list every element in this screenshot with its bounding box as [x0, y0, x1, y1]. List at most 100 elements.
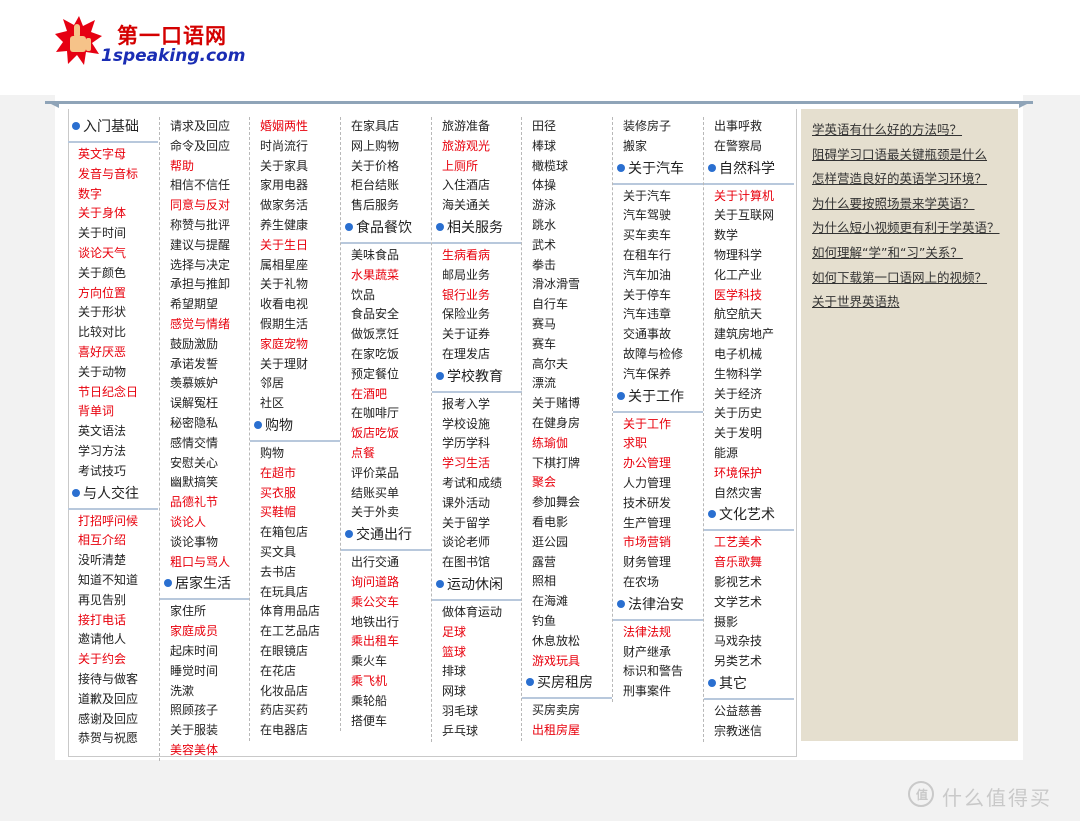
- topic-link[interactable]: 下棋打牌: [522, 454, 612, 474]
- topic-link[interactable]: 关于赌博: [522, 394, 612, 414]
- topic-link[interactable]: 邻居: [250, 374, 340, 394]
- topic-link[interactable]: 请求及回应: [160, 117, 250, 137]
- topic-link[interactable]: 化工产业: [704, 266, 794, 286]
- topic-link[interactable]: 药店买药: [250, 701, 340, 721]
- topic-link[interactable]: 体育用品店: [250, 602, 340, 622]
- topic-link[interactable]: 道歉及回应: [68, 690, 158, 710]
- category-heading[interactable]: 自然科学: [704, 157, 794, 185]
- topic-link[interactable]: 游戏玩具: [522, 652, 612, 672]
- topic-link[interactable]: 在玩具店: [250, 583, 340, 603]
- topic-link[interactable]: 谈论天气: [68, 244, 158, 264]
- category-heading[interactable]: 居家生活: [160, 572, 250, 601]
- topic-link[interactable]: 乘轮船: [341, 692, 431, 712]
- topic-link[interactable]: 体操: [522, 176, 612, 196]
- topic-link[interactable]: 足球: [432, 623, 522, 643]
- topic-link[interactable]: 关于服装: [160, 721, 250, 741]
- topic-link[interactable]: 高尔夫: [522, 355, 612, 375]
- topic-link[interactable]: 打招呼问候: [68, 512, 158, 532]
- topic-link[interactable]: 音乐歌舞: [704, 553, 794, 573]
- topic-link[interactable]: 在健身房: [522, 414, 612, 434]
- topic-link[interactable]: 在理发店: [432, 345, 522, 365]
- topic-link[interactable]: 点餐: [341, 444, 431, 464]
- category-heading[interactable]: 关于汽车: [613, 157, 703, 185]
- topic-link[interactable]: 评价菜品: [341, 464, 431, 484]
- topic-link[interactable]: 休息放松: [522, 632, 612, 652]
- topic-link[interactable]: 柜台结账: [341, 176, 431, 196]
- topic-link[interactable]: 在农场: [613, 573, 703, 593]
- topic-link[interactable]: 喜好厌恶: [68, 343, 158, 363]
- topic-link[interactable]: 命令及回应: [160, 137, 250, 157]
- topic-link[interactable]: 家住所: [160, 602, 250, 622]
- topic-link[interactable]: 旅游准备: [432, 117, 522, 137]
- topic-link[interactable]: 关于生日: [250, 236, 340, 256]
- faq-link[interactable]: 怎样营造良好的英语学习环境？: [801, 167, 1018, 192]
- topic-link[interactable]: 谈论事物: [160, 533, 250, 553]
- topic-link[interactable]: 武术: [522, 236, 612, 256]
- topic-link[interactable]: 婚姻两性: [250, 117, 340, 137]
- topic-link[interactable]: 询问道路: [341, 573, 431, 593]
- site-logo[interactable]: 第一口语网 1speaking.com: [55, 14, 255, 70]
- topic-link[interactable]: 家庭成员: [160, 622, 250, 642]
- topic-link[interactable]: 在箱包店: [250, 523, 340, 543]
- topic-link[interactable]: 照顾孩子: [160, 701, 250, 721]
- topic-link[interactable]: 考试技巧: [68, 462, 158, 482]
- topic-link[interactable]: 求职: [613, 434, 703, 454]
- faq-link[interactable]: 阻碍学习口语最关键瓶颈是什么: [801, 143, 1018, 168]
- topic-link[interactable]: 网上购物: [341, 137, 431, 157]
- topic-link[interactable]: 财务管理: [613, 553, 703, 573]
- topic-link[interactable]: 节日纪念日: [68, 383, 158, 403]
- topic-link[interactable]: 看电影: [522, 513, 612, 533]
- topic-link[interactable]: 承担与推卸: [160, 275, 250, 295]
- topic-link[interactable]: 电子机械: [704, 345, 794, 365]
- topic-link[interactable]: 秘密隐私: [160, 414, 250, 434]
- topic-link[interactable]: 在家具店: [341, 117, 431, 137]
- topic-link[interactable]: 露营: [522, 553, 612, 573]
- topic-link[interactable]: 汽车违章: [613, 305, 703, 325]
- topic-link[interactable]: 课外活动: [432, 494, 522, 514]
- topic-link[interactable]: 市场营销: [613, 533, 703, 553]
- topic-link[interactable]: 品德礼节: [160, 493, 250, 513]
- topic-link[interactable]: 数学: [704, 226, 794, 246]
- topic-link[interactable]: 假期生活: [250, 315, 340, 335]
- topic-link[interactable]: 选择与决定: [160, 256, 250, 276]
- topic-link[interactable]: 工艺美术: [704, 533, 794, 553]
- topic-link[interactable]: 相互介绍: [68, 531, 158, 551]
- topic-link[interactable]: 学习生活: [432, 454, 522, 474]
- topic-link[interactable]: 汽车驾驶: [613, 206, 703, 226]
- topic-link[interactable]: 搬家: [613, 137, 703, 157]
- topic-link[interactable]: 家用电器: [250, 176, 340, 196]
- topic-link[interactable]: 恭贺与祝愿: [68, 729, 158, 749]
- topic-link[interactable]: 羡慕嫉妒: [160, 374, 250, 394]
- topic-link[interactable]: 关于礼物: [250, 275, 340, 295]
- topic-link[interactable]: 关于发明: [704, 424, 794, 444]
- topic-link[interactable]: 关于家具: [250, 157, 340, 177]
- topic-link[interactable]: 幽默搞笑: [160, 473, 250, 493]
- topic-link[interactable]: 保险业务: [432, 305, 522, 325]
- topic-link[interactable]: 起床时间: [160, 642, 250, 662]
- category-heading[interactable]: 法律治安: [613, 593, 703, 621]
- topic-link[interactable]: 排球: [432, 662, 522, 682]
- topic-link[interactable]: 邀请他人: [68, 630, 158, 650]
- topic-link[interactable]: 时尚流行: [250, 137, 340, 157]
- topic-link[interactable]: 背单词: [68, 402, 158, 422]
- topic-link[interactable]: 美味食品: [341, 246, 431, 266]
- topic-link[interactable]: 再见告别: [68, 591, 158, 611]
- topic-link[interactable]: 邮局业务: [432, 266, 522, 286]
- topic-link[interactable]: 照相: [522, 572, 612, 592]
- topic-link[interactable]: 安慰关心: [160, 454, 250, 474]
- topic-link[interactable]: 关于工作: [613, 415, 703, 435]
- topic-link[interactable]: 关于身体: [68, 204, 158, 224]
- category-heading[interactable]: 买房租房: [522, 671, 612, 700]
- topic-link[interactable]: 在警察局: [704, 137, 794, 157]
- topic-link[interactable]: 希望期望: [160, 295, 250, 315]
- topic-link[interactable]: 方向位置: [68, 284, 158, 304]
- topic-link[interactable]: 买衣服: [250, 484, 340, 504]
- topic-link[interactable]: 棒球: [522, 137, 612, 157]
- faq-link[interactable]: 为什么短小视频更有利于学英语？: [801, 216, 1018, 241]
- category-heading[interactable]: 其它: [704, 672, 794, 700]
- topic-link[interactable]: 篮球: [432, 643, 522, 663]
- faq-link[interactable]: 为什么要按照场景来学英语？: [801, 192, 1018, 217]
- category-heading[interactable]: 食品餐饮: [341, 216, 431, 244]
- topic-link[interactable]: 乘出租车: [341, 632, 431, 652]
- topic-link[interactable]: 在花店: [250, 662, 340, 682]
